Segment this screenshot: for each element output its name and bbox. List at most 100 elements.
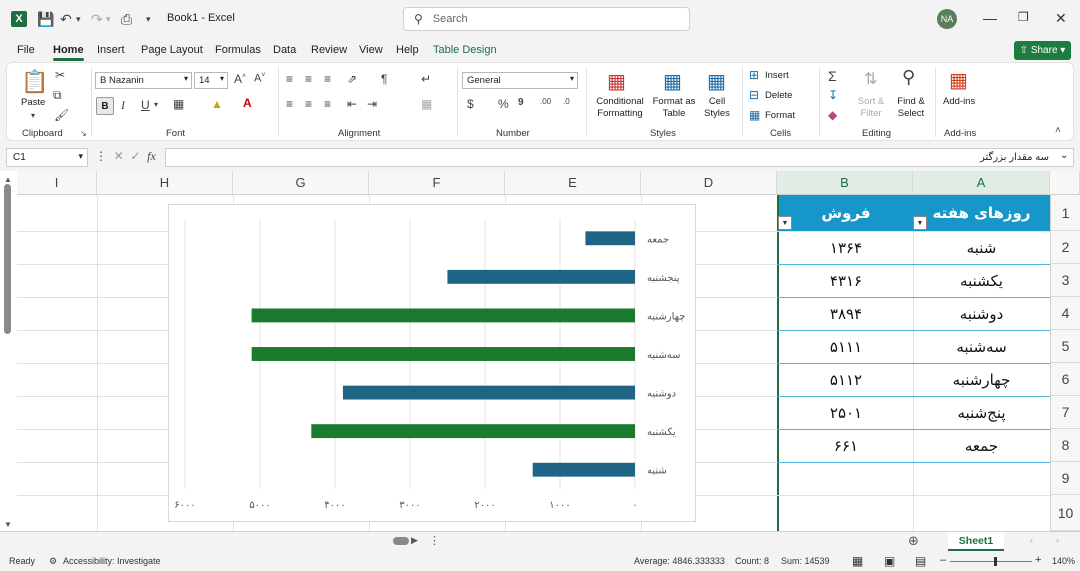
share-button[interactable]: ⇧ Share ▾ [1014,41,1071,60]
increase-decimal-icon[interactable]: .00 [540,97,551,106]
table-cell-sales[interactable]: ۶۶۱ [779,429,913,462]
column-header-i[interactable]: I [17,171,97,195]
table-cell-day[interactable]: پنج‌شنبه [913,396,1050,429]
column-header-f[interactable]: F [369,171,505,195]
filter-dropdown-icon[interactable]: ▼ [778,216,792,230]
align-top-icon[interactable]: ≡ [286,72,293,86]
chevron-down-icon[interactable]: ▾ [31,111,35,120]
tab-table-design[interactable]: Table Design [433,44,497,56]
more-icon[interactable]: ⋮ [429,534,440,547]
row-header-2[interactable]: 2 [1050,231,1080,264]
undo-dropdown-icon[interactable]: ▾ [76,10,81,28]
name-box[interactable]: C1 ▾ [6,148,88,167]
tab-file[interactable]: File [17,44,35,56]
close-icon[interactable]: ✕ [1055,10,1067,27]
fill-icon[interactable]: ↧ [828,88,838,102]
delete-cells-icon[interactable]: ⊟ [749,88,759,102]
tab-home[interactable]: Home [53,44,84,61]
customize-toolbar-icon[interactable]: ▾ [146,10,151,28]
autosum-icon[interactable]: Σ [828,68,837,84]
table-cell-sales[interactable]: ۳۸۹۴ [779,297,913,330]
sheet-tab-sheet1[interactable]: Sheet1 [948,532,1004,551]
borders-icon[interactable]: ▦ [173,97,184,111]
row-header-6[interactable]: 6 [1050,363,1080,396]
chevron-down-icon[interactable]: ▾ [154,100,158,109]
find-select-icon[interactable]: ⚲ [902,67,915,88]
tab-view[interactable]: View [359,44,383,56]
tab-formulas[interactable]: Formulas [215,44,261,56]
increase-indent-icon[interactable]: ⇥ [367,97,377,111]
clear-icon[interactable]: ◆ [828,108,837,122]
merge-center-icon[interactable]: ▦ [421,97,432,111]
align-right-icon[interactable]: ≡ [324,97,331,111]
undo-icon[interactable]: ↶ [60,10,72,28]
scroll-down-icon[interactable]: ▼ [4,520,12,529]
row-header-7[interactable]: 7 [1050,396,1080,429]
page-break-view-icon[interactable]: ▤ [915,554,926,568]
rtl-paragraph-icon[interactable]: ¶ [381,72,387,86]
table-cell-sales[interactable]: ۱۳۶۴ [779,231,913,264]
decrease-indent-icon[interactable]: ⇤ [347,97,357,111]
format-cells-icon[interactable]: ▦ [749,108,760,122]
conditional-formatting-button[interactable]: Conditional Formatting [592,96,648,120]
italic-button[interactable]: I [121,98,125,113]
zoom-slider[interactable] [950,561,1032,562]
format-cells-button[interactable]: Format [765,110,795,122]
copy-icon[interactable]: ⧉ [53,88,62,103]
addins-button[interactable]: Add-ins [943,96,975,108]
row-header-3[interactable]: 3 [1050,264,1080,297]
table-cell-sales[interactable]: ۵۱۱۱ [779,330,913,363]
accessibility-icon[interactable]: ⚙ [49,556,57,567]
decrease-font-icon[interactable]: A˅ [254,72,265,85]
row-header-10[interactable]: 10 [1050,495,1080,531]
accessibility-status[interactable]: Accessibility: Investigate [63,556,161,566]
table-cell-day[interactable]: چهارشنبه [913,363,1050,396]
vertical-scrollbar[interactable] [4,184,11,334]
addins-icon[interactable]: ▦ [949,68,968,93]
zoom-in-icon[interactable]: + [1035,554,1041,566]
table-header-days[interactable]: روزهای هفته [913,195,1050,231]
insert-function-icon[interactable]: fx [147,149,156,163]
table-cell-day[interactable]: یکشنبه [913,264,1050,297]
table-cell-sales[interactable]: ۴۳۱۶ [779,264,913,297]
restore-icon[interactable]: ❐ [1018,10,1029,24]
column-header-b[interactable]: B [777,171,913,195]
minimize-icon[interactable]: — [983,10,997,26]
tab-help[interactable]: Help [396,44,419,56]
row-header-9[interactable]: 9 [1050,462,1080,495]
table-cell-day[interactable]: شنبه [913,231,1050,264]
find-select-button[interactable]: Find & Select [893,96,929,120]
save-icon[interactable]: 💾 [37,10,54,28]
increase-font-icon[interactable]: A˄ [234,72,246,86]
avatar[interactable]: NA [937,9,957,29]
row-header-4[interactable]: 4 [1050,297,1080,330]
bar-chart[interactable]: ۰ ۱۰۰۰ ۲۰۰۰ ۳۰۰۰ ۴۰۰۰ ۵۰۰۰ ۶۰۰۰ جمعه پنجشنبه چهار… [168,204,696,522]
percent-icon[interactable]: % [498,97,509,111]
collapse-ribbon-icon[interactable]: ˄ [1055,125,1061,136]
insert-cells-button[interactable]: Insert [765,70,789,82]
print-icon[interactable]: ⎙ [121,10,132,28]
filter-dropdown-icon[interactable]: ▼ [913,216,927,230]
expand-formula-icon[interactable]: ⌄ [1060,150,1068,161]
format-as-table-icon[interactable]: ▦ [663,69,682,94]
row-header-5[interactable]: 5 [1050,330,1080,363]
tab-insert[interactable]: Insert [97,44,125,56]
dialog-launcher-icon[interactable]: ↘ [80,129,87,138]
page-layout-view-icon[interactable]: ▣ [884,554,895,568]
column-header-h[interactable]: H [97,171,233,195]
format-painter-icon[interactable]: 🖌 [54,108,69,122]
column-header-e[interactable]: E [505,171,641,195]
wrap-text-icon[interactable]: ↵ [421,72,431,86]
normal-view-icon[interactable]: ▦ [852,554,863,568]
worksheet-grid[interactable]: I H G F E D B A 1 2 3 4 5 6 7 8 9 10 فرو… [0,171,1080,531]
table-cell-day[interactable]: دوشنبه [913,297,1050,330]
zoom-slider-thumb[interactable] [994,557,997,566]
conditional-formatting-icon[interactable]: ▦ [607,69,626,94]
search-input[interactable]: ⚲ Search [403,7,690,31]
tab-data[interactable]: Data [273,44,296,56]
formula-input[interactable]: سه مقدار بزرگتر [165,148,1074,167]
align-center-icon[interactable]: ≡ [305,97,312,111]
redo-icon[interactable]: ↷ [91,10,103,28]
scroll-up-icon[interactable]: ▲ [4,175,12,184]
orientation-icon[interactable]: ⇗ [347,72,357,86]
